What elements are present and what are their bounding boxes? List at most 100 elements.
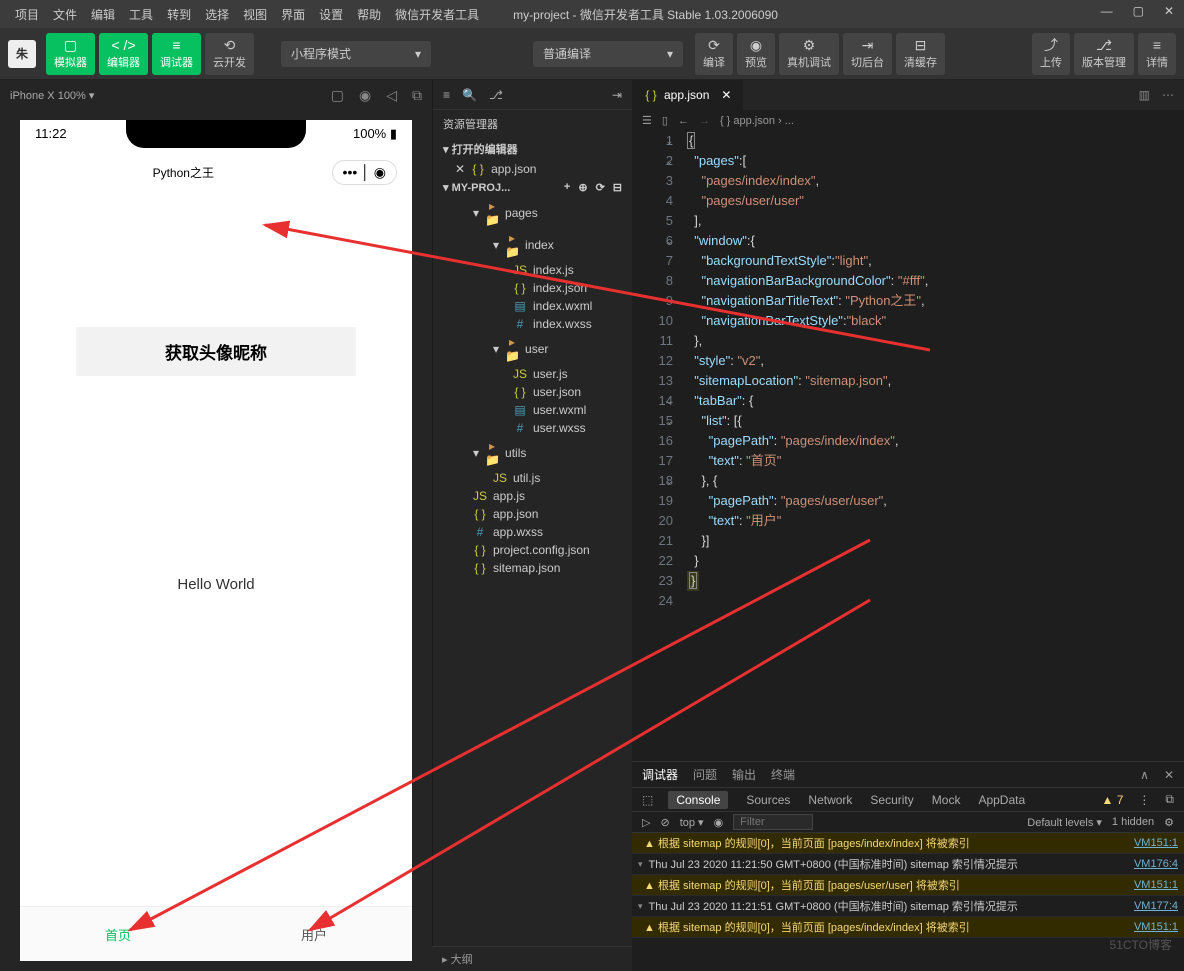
toolbar-button[interactable]: ⟲云开发 xyxy=(205,33,254,75)
devtools-tab[interactable]: Network xyxy=(808,793,852,807)
tree-item[interactable]: { }user.json xyxy=(433,383,632,401)
tree-item[interactable]: #app.wxss xyxy=(433,523,632,541)
menu-item[interactable]: 帮助 xyxy=(352,6,386,23)
outline-header[interactable]: ▸ 大纲 xyxy=(432,946,632,971)
expand-icon[interactable]: ∧ xyxy=(1140,768,1149,782)
tree-item[interactable]: { }index.json xyxy=(433,279,632,297)
close-panel-icon[interactable]: ✕ xyxy=(1164,768,1174,782)
list-icon[interactable]: ≡ xyxy=(443,88,450,102)
toolbar-button[interactable]: ≡调试器 xyxy=(152,33,201,75)
avatar[interactable]: 朱 xyxy=(8,40,36,68)
toolbar-button[interactable]: ◉预览 xyxy=(737,33,775,75)
tab-user[interactable]: 用户 xyxy=(216,907,412,961)
context-select[interactable]: top ▾ xyxy=(680,816,704,829)
menu-item[interactable]: 编辑 xyxy=(86,6,120,23)
menu-item[interactable]: 文件 xyxy=(48,6,82,23)
mute-icon[interactable]: ◁ xyxy=(386,87,397,104)
back-icon[interactable]: ← xyxy=(678,115,689,127)
search-icon[interactable]: 🔍 xyxy=(462,88,477,102)
compile-select[interactable]: 普通编译▾ xyxy=(533,41,683,67)
toolbar-button[interactable]: ⊟清缓存 xyxy=(896,33,945,75)
tree-item[interactable]: #user.wxss xyxy=(433,419,632,437)
play-icon[interactable]: ▷ xyxy=(642,816,650,829)
console-log[interactable]: ▾Thu Jul 23 2020 11:21:50 GMT+0800 (中国标准… xyxy=(632,854,1184,875)
gear-icon[interactable]: ⚙ xyxy=(1164,816,1174,829)
more-icon[interactable]: ⋯ xyxy=(1162,88,1174,102)
record-icon[interactable]: ◉ xyxy=(359,87,371,104)
debug-tab[interactable]: 问题 xyxy=(693,766,717,783)
devtools-tab[interactable]: AppData xyxy=(978,793,1025,807)
tree-item[interactable]: { }sitemap.json xyxy=(433,559,632,577)
tree-item[interactable]: ▤index.wxml xyxy=(433,297,632,315)
close-tab-icon[interactable]: ✕ xyxy=(721,88,731,102)
clear-icon[interactable]: ⊘ xyxy=(660,816,669,829)
new-file-icon[interactable]: + xyxy=(564,181,570,194)
tree-item[interactable]: { }app.json xyxy=(433,505,632,523)
maximize-icon[interactable]: ▢ xyxy=(1133,4,1144,18)
tree-item[interactable]: #index.wxss xyxy=(433,315,632,333)
debug-tab[interactable]: 输出 xyxy=(732,766,756,783)
project-header[interactable]: ▾ MY-PROJ... + ⊕ ⟳ ⊟ xyxy=(433,178,632,197)
settings-icon[interactable]: ⋮ xyxy=(1138,793,1150,807)
inspect-icon[interactable]: ⬚ xyxy=(642,793,653,807)
copy-icon[interactable]: ⧉ xyxy=(412,87,422,104)
devtools-tab[interactable]: Console xyxy=(668,791,728,809)
tab-home[interactable]: 首页 xyxy=(20,907,216,961)
menu-item[interactable]: 工具 xyxy=(124,6,158,23)
tree-item[interactable]: JSutil.js xyxy=(433,469,632,487)
levels-select[interactable]: Default levels ▾ xyxy=(1027,816,1102,829)
tree-item[interactable]: ▾▸ 📁pages xyxy=(433,197,632,229)
dock-icon[interactable]: ⧉ xyxy=(1165,792,1174,807)
warning-count[interactable]: ▲ 7 xyxy=(1102,793,1124,807)
bookmark-icon[interactable]: ▯ xyxy=(662,114,668,127)
close-icon[interactable]: ✕ xyxy=(1164,4,1174,18)
breadcrumb[interactable]: ☰ ▯ ← → { } app.json › ... xyxy=(632,110,1184,131)
devtools-tab[interactable]: Security xyxy=(870,793,913,807)
refresh-icon[interactable]: ⟳ xyxy=(596,181,605,194)
code-area[interactable]: 1⌄2⌄3456⌄7891011121314⌄15⌄161718⌄1920212… xyxy=(632,131,1184,761)
tree-item[interactable]: ▾▸ 📁index xyxy=(433,229,632,261)
tree-item[interactable]: JSindex.js xyxy=(433,261,632,279)
toolbar-button[interactable]: ⤴上传 xyxy=(1032,33,1070,75)
editor-tab[interactable]: { }app.json✕ xyxy=(632,80,743,110)
filter-input[interactable] xyxy=(733,814,813,830)
branch-icon[interactable]: ⎇ xyxy=(489,88,503,102)
tree-item[interactable]: ▾▸ 📁user xyxy=(433,333,632,365)
menu-item[interactable]: 微信开发者工具 xyxy=(390,6,484,23)
tree-item[interactable]: JSapp.js xyxy=(433,487,632,505)
toolbar-button[interactable]: ⚙真机调试 xyxy=(779,33,839,75)
open-editor-item[interactable]: ✕{ }app.json xyxy=(433,160,632,178)
debug-tab[interactable]: 终端 xyxy=(771,766,795,783)
open-editors-header[interactable]: ▾ 打开的编辑器 xyxy=(433,138,632,160)
tree-item[interactable]: { }project.config.json xyxy=(433,541,632,559)
new-folder-icon[interactable]: ⊕ xyxy=(578,181,587,194)
menu-item[interactable]: 项目 xyxy=(10,6,44,23)
toolbar-button[interactable]: ▢模拟器 xyxy=(46,33,95,75)
tree-item[interactable]: JSuser.js xyxy=(433,365,632,383)
toolbar-button[interactable]: < />编辑器 xyxy=(99,33,148,75)
eye-icon[interactable]: ◉ xyxy=(714,816,724,829)
toolbar-button[interactable]: ≡详情 xyxy=(1138,33,1176,75)
devtools-tab[interactable]: Mock xyxy=(932,793,961,807)
device-select[interactable]: iPhone X 100% ▾ xyxy=(10,89,94,102)
forward-icon[interactable]: → xyxy=(699,115,710,127)
menu-item[interactable]: 设置 xyxy=(314,6,348,23)
device-icon[interactable]: ▢ xyxy=(331,87,344,104)
menu-item[interactable]: 界面 xyxy=(276,6,310,23)
devtools-tab[interactable]: Sources xyxy=(746,793,790,807)
toggle-icon[interactable]: ⇥ xyxy=(612,88,622,102)
menu-item[interactable]: 转到 xyxy=(162,6,196,23)
menu-item[interactable]: 视图 xyxy=(238,6,272,23)
console-log[interactable]: ▲ 根据 sitemap 的规则[0]，当前页面 [pages/user/use… xyxy=(632,875,1184,896)
collapse-icon[interactable]: ⊟ xyxy=(613,181,622,194)
toolbar-button[interactable]: ⎇版本管理 xyxy=(1074,33,1134,75)
console-log[interactable]: ▲ 根据 sitemap 的规则[0]，当前页面 [pages/index/in… xyxy=(632,833,1184,854)
debug-tab[interactable]: 调试器 xyxy=(642,766,678,783)
tree-item[interactable]: ▤user.wxml xyxy=(433,401,632,419)
get-avatar-button[interactable]: 获取头像昵称 xyxy=(76,327,356,376)
console-log[interactable]: ▲ 根据 sitemap 的规则[0]，当前页面 [pages/index/in… xyxy=(632,917,1184,938)
toolbar-button[interactable]: ⇥切后台 xyxy=(843,33,892,75)
toolbar-button[interactable]: ⟳编译 xyxy=(695,33,733,75)
capsule[interactable]: ••• │ ◉ xyxy=(332,160,397,185)
menu-item[interactable]: 选择 xyxy=(200,6,234,23)
